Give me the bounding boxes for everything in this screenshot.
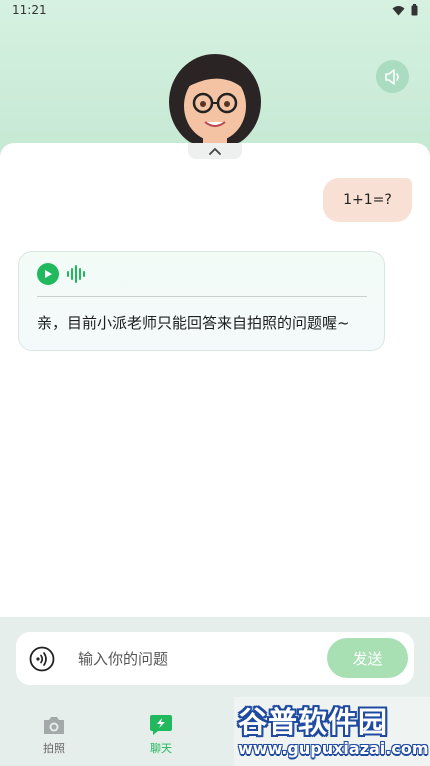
nav-tab-camera[interactable]: 拍照 (24, 714, 84, 759)
user-message-text: 1+1=? (343, 192, 392, 208)
nav-tab-chat[interactable]: 聊天 (131, 714, 191, 759)
teacher-avatar (165, 50, 265, 145)
wifi-icon (392, 5, 405, 15)
battery-icon (411, 4, 418, 16)
speaker-icon (384, 68, 399, 85)
message-divider (37, 296, 367, 297)
nav-label-camera: 拍照 (43, 742, 65, 755)
status-time: 11:21 (12, 3, 47, 17)
status-icons (392, 4, 418, 16)
assistant-message-text: 亲，目前小派老师只能回答来自拍照的问题喔~ (37, 314, 350, 332)
question-input[interactable] (78, 645, 318, 673)
speaker-button[interactable] (376, 60, 409, 93)
status-bar: 11:21 (0, 0, 430, 20)
play-audio-button[interactable] (37, 263, 59, 285)
collapse-handle[interactable] (188, 143, 242, 159)
sound-wave-icon (67, 265, 85, 283)
watermark-url: www.gupuxiazai.com (238, 739, 429, 758)
site-watermark: 谷普软件园 www.gupuxiazai.com (234, 697, 430, 766)
chat-lightning-icon (150, 715, 172, 735)
watermark-title: 谷普软件园 (238, 705, 389, 739)
camera-icon (44, 717, 64, 734)
input-bar: 发送 (16, 632, 414, 685)
play-icon (45, 270, 52, 278)
user-message-bubble: 1+1=? (323, 178, 412, 222)
assistant-message-bubble: 亲，目前小派老师只能回答来自拍照的问题喔~ (18, 251, 385, 351)
nav-label-chat: 聊天 (150, 742, 172, 755)
voice-input-icon[interactable] (29, 646, 55, 672)
send-button[interactable]: 发送 (327, 638, 408, 678)
chevron-up-icon (209, 147, 221, 155)
